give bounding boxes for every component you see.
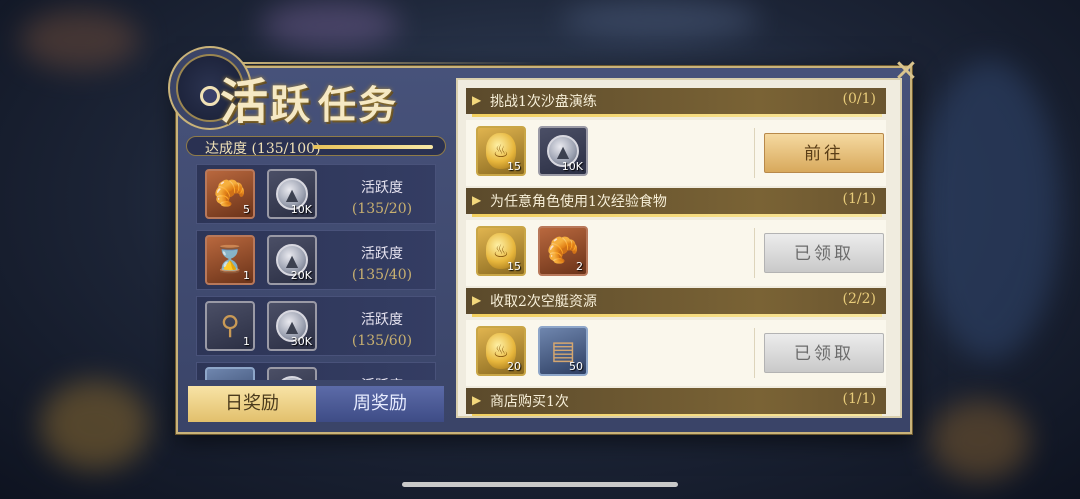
task-name: 为任意角色使用1次经验食物 (490, 194, 667, 210)
reward-row[interactable]: ⌛ 1 ▲ 20K 活跃度 (135/40) (196, 230, 436, 290)
item-quantity: 1 (243, 269, 250, 282)
task-card: ♨ 15 ▲ 10K 前往 (466, 120, 886, 186)
reward-item[interactable]: ▤ 50 (538, 326, 588, 376)
task-name: 收取2次空艇资源 (490, 294, 597, 310)
task-progress-bar (472, 414, 882, 416)
title-rest: 任务 (318, 82, 399, 127)
silver-coin-shape: ▲ (276, 376, 308, 380)
silver-coin-icon: ▲ (269, 369, 315, 380)
reward-list[interactable]: 🥐 5 ▲ 10K 活跃度 (135/20) ⌛ 1 ▲ 20K 活跃度 (135/40) ⚲ 1 ▲ 30K… (196, 160, 436, 380)
claimed-button[interactable]: 已领取 (764, 233, 884, 273)
reward-item[interactable]: ▲ (267, 367, 317, 380)
task-name: 商店购买1次 (490, 394, 569, 410)
reward-item[interactable]: ▲ 20K (267, 235, 317, 285)
go-button[interactable]: 前往 (764, 133, 884, 173)
item-quantity: 5 (243, 203, 250, 216)
task-card: ♨ 20 ▤ 50 已领取 (466, 320, 886, 386)
tab-daily-rewards[interactable]: 日奖励 (188, 386, 316, 422)
reward-requirement-value: (135/20) (351, 201, 413, 217)
tab-weekly-rewards[interactable]: 周奖励 (316, 386, 444, 422)
reward-item[interactable]: ▲ 30K (267, 301, 317, 351)
triangle-icon: ▶ (472, 393, 482, 407)
reward-item[interactable]: ♨ 15 (476, 126, 526, 176)
item-quantity: 1 (243, 335, 250, 348)
reward-item[interactable]: 🥐 5 (205, 169, 255, 219)
item-quantity: 20K (290, 269, 312, 282)
reward-item[interactable]: ⚲ 1 (205, 301, 255, 351)
triangle-icon: ▶ (472, 93, 482, 107)
item-quantity: 20 (507, 360, 521, 373)
task-divider (754, 328, 755, 378)
item-quantity: 10K (290, 203, 312, 216)
task-progress: (2/2) (842, 291, 876, 307)
task-header: ▶ 收取2次空艇资源 (2/2) (466, 288, 886, 314)
item-quantity: 15 (507, 260, 521, 273)
item-quantity: 30K (290, 335, 312, 348)
triangle-icon: ▶ (472, 193, 482, 207)
reward-item[interactable]: ◆ (205, 367, 255, 380)
task-header: ▶ 挑战1次沙盘演练 (0/1) (466, 88, 886, 114)
task-divider (754, 228, 755, 278)
reward-item[interactable]: ♨ 15 (476, 226, 526, 276)
reward-requirement-label: 活跃度 (361, 246, 403, 262)
reward-row[interactable]: ⚲ 1 ▲ 30K 活跃度 (135/60) (196, 296, 436, 356)
reward-row[interactable]: 🥐 5 ▲ 10K 活跃度 (135/20) (196, 164, 436, 224)
task-card: ♨ 15 🥐 2 已领取 (466, 220, 886, 286)
claimed-button[interactable]: 已领取 (764, 333, 884, 373)
reward-item[interactable]: ⌛ 1 (205, 235, 255, 285)
item-quantity: 10K (561, 160, 583, 173)
reward-requirement-label: 活跃度 (337, 375, 427, 380)
completion-progress: 达成度 (135/100) (186, 136, 446, 157)
blue-crystal-icon: ◆ (207, 369, 253, 380)
home-indicator[interactable] (402, 482, 678, 487)
reward-row[interactable]: ◆ ▲ 活跃度 (196, 362, 436, 380)
task-list[interactable]: ▶ 挑战1次沙盘演练 (0/1) ♨ 15 ▲ 10K 前往 ▶ 为任意角色使用1次经验食物 (1/… (456, 78, 902, 418)
reward-item[interactable]: 🥐 2 (538, 226, 588, 276)
task-progress-bar (472, 114, 882, 117)
task-progress: (1/1) (842, 391, 876, 407)
reward-item[interactable]: ♨ 20 (476, 326, 526, 376)
reward-requirement-label: 活跃度 (361, 180, 403, 196)
page-title: 活跃 任务 (220, 62, 398, 132)
triangle-icon: ▶ (472, 293, 482, 307)
task-progress: (0/1) (842, 91, 876, 107)
title-char-2: 跃 (270, 81, 313, 128)
item-quantity: 2 (576, 260, 583, 273)
item-quantity: 50 (569, 360, 583, 373)
reward-item[interactable]: ▲ 10K (267, 169, 317, 219)
task-divider (754, 128, 755, 178)
task-progress-bar (472, 214, 882, 217)
title-char-1: 活 (220, 74, 271, 130)
completion-label: 达成度 (135/100) (205, 141, 321, 157)
task-name: 挑战1次沙盘演练 (490, 94, 597, 110)
emblem-dot (200, 86, 220, 106)
completion-bar-fill (313, 145, 433, 149)
reward-requirement-label: 活跃度 (361, 312, 403, 328)
reward-requirement-value: (135/60) (351, 333, 413, 349)
reward-item[interactable]: ▲ 10K (538, 126, 588, 176)
task-header: ▶ 为任意角色使用1次经验食物 (1/1) (466, 188, 886, 214)
task-progress-bar (472, 314, 882, 317)
item-quantity: 15 (507, 160, 521, 173)
task-header: ▶ 商店购买1次 (1/1) (466, 388, 886, 414)
task-progress: (1/1) (842, 191, 876, 207)
reward-requirement-value: (135/40) (351, 267, 413, 283)
